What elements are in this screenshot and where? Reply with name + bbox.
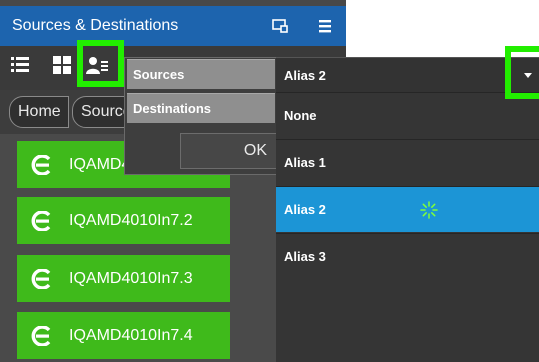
source-icon	[31, 269, 51, 289]
source-tile-label: IQAMD4010In7.2	[69, 212, 193, 229]
source-tile-label: IQAMD4010In7.3	[69, 270, 193, 287]
source-tile[interactable]: IQAMD4010In7.2	[17, 197, 230, 244]
window-icon[interactable]	[272, 19, 288, 33]
alias-option-2-label: Alias 2	[284, 202, 326, 217]
alias-select[interactable]: Alias 2	[276, 57, 539, 92]
menu-icon[interactable]	[317, 18, 333, 34]
source-tile[interactable]: IQAMD4010In7.3	[17, 255, 230, 302]
highlight-box	[505, 46, 539, 99]
filter-sources-option[interactable]: Sources	[127, 59, 275, 89]
cursor-click-icon	[420, 201, 438, 219]
panel-header: Sources & Destinations	[0, 6, 346, 46]
filter-destinations-option[interactable]: Destinations	[127, 93, 275, 123]
grid-view-icon[interactable]	[53, 56, 71, 74]
highlight-box	[77, 40, 124, 87]
list-view-icon[interactable]	[11, 56, 29, 74]
filter-popup: Sources Destinations OK	[124, 57, 278, 175]
breadcrumb-home[interactable]: Home	[9, 96, 69, 128]
alias-options-list: None Alias 1 Alias 2 Alias 3	[276, 92, 539, 362]
alias-option-3[interactable]: Alias 3	[276, 233, 539, 279]
ok-button[interactable]: OK	[180, 133, 278, 169]
alias-option-none[interactable]: None	[276, 92, 539, 138]
breadcrumb-sources[interactable]: Sources	[72, 96, 132, 128]
alias-select-value: Alias 2	[284, 68, 326, 83]
source-tile[interactable]: IQAMD4010In7.4	[17, 312, 230, 359]
source-icon	[31, 211, 51, 231]
source-tile-label: IQAMD4010In7.4	[69, 327, 193, 344]
alias-option-2[interactable]: Alias 2	[276, 186, 539, 232]
source-icon	[31, 155, 51, 175]
source-icon	[31, 326, 51, 346]
alias-option-1[interactable]: Alias 1	[276, 139, 539, 185]
